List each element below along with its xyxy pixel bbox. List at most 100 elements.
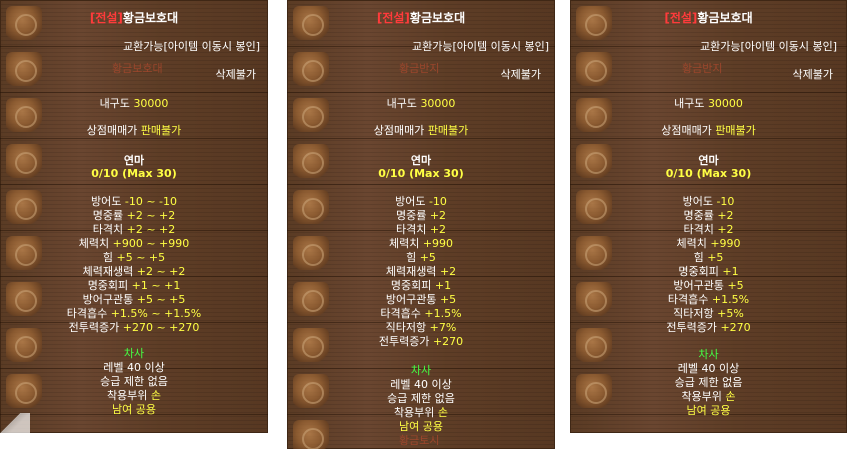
stat-row: 명중회피 +1 (287, 279, 555, 292)
stat-label: 타격흡수 (380, 307, 421, 320)
stat-value: +1 (434, 279, 452, 292)
stat-label: 명중률 (92, 209, 124, 222)
stat-row: 타격흡수 +1.5% (287, 307, 555, 320)
stat-label: 타격치 (683, 223, 714, 236)
stat-label: 타격치 (395, 223, 427, 236)
item-tooltip-panel-1: 황금보호대 [전설]황금보호대 교환가능[아이템 이동시 봉인] 삭제불가 내구… (0, 0, 268, 433)
item-tooltip: [전설]황금보호대 교환가능[아이템 이동시 봉인] 삭제불가 내구도 3000… (570, 0, 847, 433)
enhance-value: 0/10 (Max 30) (665, 167, 752, 180)
stat-row: 타격치 +2 (287, 223, 555, 236)
stat-row: 방어도 -10 (570, 195, 847, 208)
stat-label: 명중률 (683, 209, 714, 222)
stat-value: +1.5% ~ +1.5% (110, 307, 202, 320)
durability-line: 내구도 30000 (674, 97, 743, 110)
shop-price-line: 상점매매가 판매불가 (86, 124, 182, 137)
stat-value: +990 (710, 237, 741, 250)
stat-value: +2 (429, 209, 447, 222)
stat-row: 직타저항 +7% (287, 321, 555, 334)
stat-label: 체력치 (388, 237, 420, 250)
equip-slot-line: 착용부위 손 (106, 389, 162, 402)
stat-row: 체력재생력 +2 ~ +2 (0, 265, 268, 278)
durability-line: 내구도 30000 (99, 97, 169, 110)
tradable-status: 교환가능[아이템 이동시 봉인] (411, 40, 549, 53)
class-requirement: 차사 (410, 364, 432, 377)
stat-row: 체력치 +990 (570, 237, 847, 250)
stat-value: -10 (716, 195, 735, 208)
stat-row: 힘 +5 ~ +5 (0, 251, 268, 264)
stat-label: 방어구관통 (82, 293, 134, 306)
stat-value: +2 (439, 265, 457, 278)
stat-row: 힘 +5 (287, 251, 555, 264)
stat-value: +7% (429, 321, 457, 334)
enhance-label: 연마 (123, 154, 145, 167)
stat-label: 체력치 (78, 237, 110, 250)
item-title: [전설]황금보호대 (664, 11, 753, 25)
stat-label: 직타저항 (673, 307, 714, 320)
stat-value: +2 (717, 223, 734, 236)
stat-value: +2 (429, 223, 447, 236)
stat-value: +5 (727, 279, 744, 292)
stat-value: +5 (439, 293, 457, 306)
level-requirement: 레벨 40 이상 (677, 362, 740, 375)
stat-value: +5 (419, 251, 436, 264)
item-tooltip-panel-2: 황금반지 황금토시 [전설]황금보호대 교환가능[아이템 이동시 봉인] 삭제불… (287, 0, 555, 449)
stat-row: 방어도 -10 ~ -10 (0, 195, 268, 208)
stat-label: 직타저항 (385, 321, 427, 334)
gender-requirement: 남여 공용 (399, 420, 443, 433)
shop-price-line: 상점매매가 판매불가 (661, 124, 756, 137)
stat-value: +2 (717, 209, 734, 222)
class-requirement: 차사 (698, 348, 719, 361)
stat-row: 체력재생력 +2 (287, 265, 555, 278)
item-tooltip: [전설]황금보호대 교환가능[아이템 이동시 봉인] 삭제불가 내구도 3000… (287, 0, 555, 449)
stat-label: 체력재생력 (385, 265, 437, 278)
enhance-value: 0/10 (Max 30) (378, 167, 464, 180)
stat-label: 명중회피 (87, 279, 129, 292)
stat-label: 방어도 (90, 195, 122, 208)
stat-value: +5% (717, 307, 744, 320)
item-title: [전설]황금보호대 (376, 11, 466, 25)
equip-slot-line: 착용부위 손 (393, 406, 449, 419)
stat-row: 체력치 +990 (287, 237, 555, 250)
stat-value: -10 (428, 195, 447, 208)
stat-label: 방어구관통 (385, 293, 437, 306)
stat-value: +5 (707, 251, 724, 264)
class-requirement: 차사 (123, 347, 145, 360)
tradable-status: 교환가능[아이템 이동시 봉인] (122, 40, 260, 53)
item-tooltip-panel-3: 황금반지 [전설]황금보호대 교환가능[아이템 이동시 봉인] 삭제불가 내구도… (570, 0, 847, 433)
stat-row: 명중회피 +1 (570, 265, 847, 278)
level-requirement: 레벨 40 이상 (103, 361, 165, 374)
stat-label: 방어도 (682, 195, 713, 208)
stat-value: +2 ~ +2 (136, 265, 186, 278)
stat-value: +1 (722, 265, 739, 278)
stat-value: +5 ~ +5 (116, 251, 166, 264)
stat-label: 체력재생력 (82, 265, 134, 278)
stat-row: 명중률 +2 ~ +2 (0, 209, 268, 222)
enhance-value: 0/10 (Max 30) (91, 167, 177, 180)
enhance-label: 연마 (410, 154, 432, 167)
stat-value: +1.5% (424, 307, 462, 320)
stat-value: +1.5% (711, 293, 750, 306)
gender-requirement: 남여 공용 (686, 404, 731, 417)
stat-label: 방어구관통 (673, 279, 724, 292)
stat-value: +900 ~ +990 (112, 237, 190, 250)
stat-row: 힘 +5 (570, 251, 847, 264)
stat-row: 타격치 +2 ~ +2 (0, 223, 268, 236)
item-tooltip: [전설]황금보호대 교환가능[아이템 이동시 봉인] 삭제불가 내구도 3000… (0, 0, 268, 433)
equip-slot-line: 착용부위 손 (681, 390, 736, 403)
level-requirement: 레벨 40 이상 (390, 378, 452, 391)
stat-label: 힘 (406, 251, 417, 264)
stat-row: 방어구관통 +5 (570, 279, 847, 292)
stat-label: 명중률 (395, 209, 427, 222)
stat-value: +270 ~ +270 (122, 321, 200, 334)
stat-label: 전투력증가 (68, 321, 120, 334)
stat-value: +1 ~ +1 (131, 279, 181, 292)
stat-row: 명중률 +2 (570, 209, 847, 222)
stat-row: 체력치 +900 ~ +990 (0, 237, 268, 250)
stat-row: 방어구관통 +5 ~ +5 (0, 293, 268, 306)
stat-label: 타격흡수 (66, 307, 108, 320)
stat-label: 방어도 (395, 195, 426, 208)
window-edge-decoration (0, 413, 30, 433)
stat-value: +2 ~ +2 (126, 223, 176, 236)
stat-label: 타격흡수 (667, 293, 709, 306)
stat-row: 타격흡수 +1.5% (570, 293, 847, 306)
